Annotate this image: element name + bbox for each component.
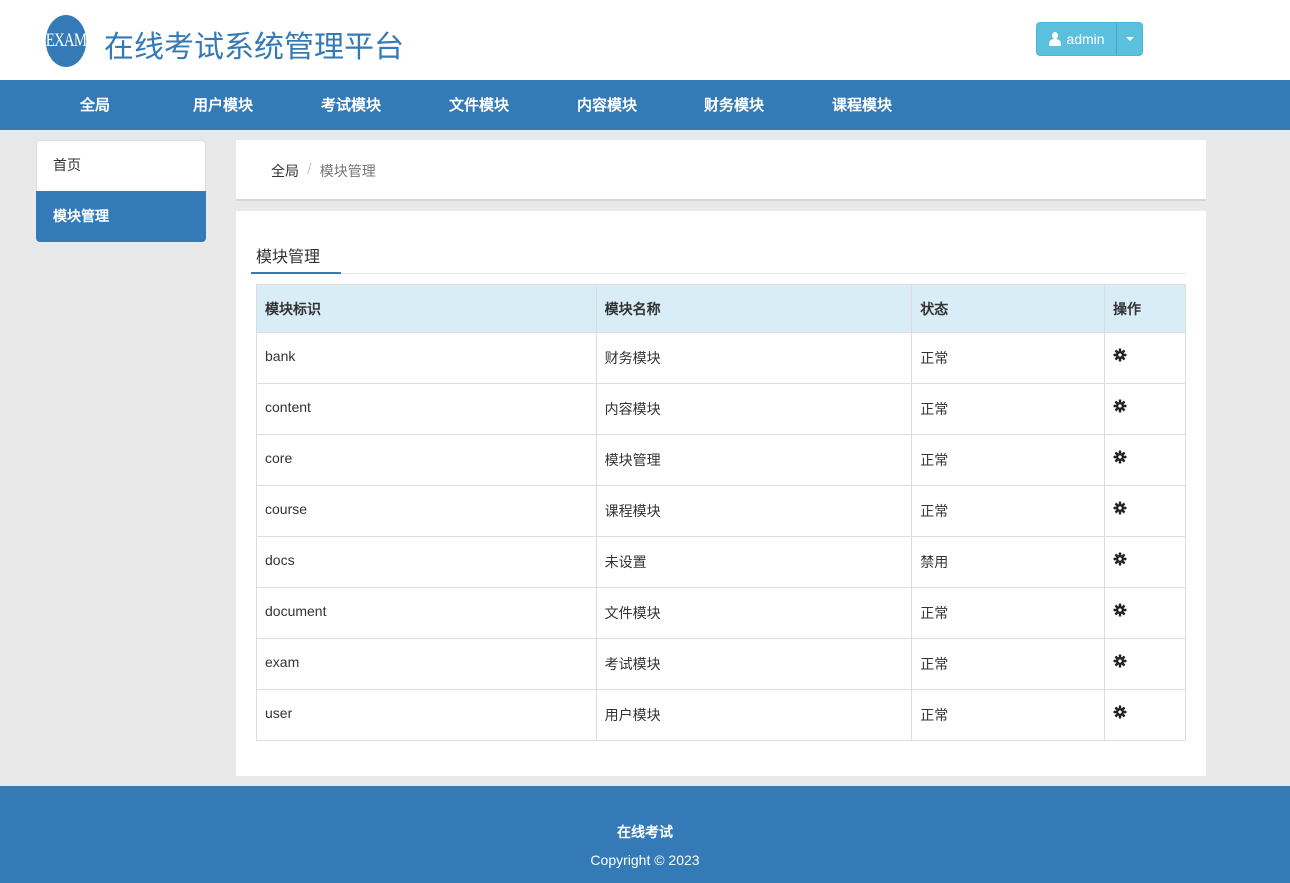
logo-text: EXAM bbox=[45, 30, 87, 51]
sidebar-item-home[interactable]: 首页 bbox=[36, 140, 206, 191]
module-table: 模块标识 模块名称 状态 操作 bank 财务模块 正常 content 内容模块 正常 c… bbox=[256, 284, 1186, 741]
module-name-cell: 内容模块 bbox=[595, 383, 913, 435]
action-cell bbox=[1104, 485, 1186, 537]
table-row: exam 考试模块 正常 bbox=[256, 638, 1186, 690]
breadcrumb-panel: 全局 / 模块管理 bbox=[236, 140, 1206, 201]
module-id-cell: course bbox=[256, 485, 597, 537]
table-row: bank 财务模块 正常 bbox=[256, 332, 1186, 384]
action-cell bbox=[1104, 689, 1186, 741]
action-cell bbox=[1104, 536, 1186, 588]
status-cell: 正常 bbox=[911, 689, 1106, 741]
module-id-cell: user bbox=[256, 689, 597, 741]
user-dropdown-toggle[interactable] bbox=[1116, 22, 1143, 56]
breadcrumb: 全局 / 模块管理 bbox=[271, 161, 376, 181]
gear-icon[interactable] bbox=[1113, 603, 1127, 617]
action-cell bbox=[1104, 434, 1186, 486]
gear-icon[interactable] bbox=[1113, 399, 1127, 413]
module-name-cell: 课程模块 bbox=[595, 485, 913, 537]
tab-bar: 模块管理 bbox=[251, 246, 1186, 274]
module-id-cell: exam bbox=[256, 638, 597, 690]
header: EXAM 在线考试系统管理平台 admin bbox=[0, 0, 1290, 80]
table-row: user 用户模块 正常 bbox=[256, 689, 1186, 741]
table-row: course 课程模块 正常 bbox=[256, 485, 1186, 537]
breadcrumb-separator: / bbox=[307, 161, 312, 177]
table-row: document 文件模块 正常 bbox=[256, 587, 1186, 639]
status-cell: 正常 bbox=[911, 638, 1106, 690]
action-cell bbox=[1104, 383, 1186, 435]
gear-icon[interactable] bbox=[1113, 450, 1127, 464]
module-id-cell: docs bbox=[256, 536, 597, 588]
status-cell: 禁用 bbox=[911, 536, 1106, 588]
footer-title: 在线考试 bbox=[617, 825, 673, 841]
gear-icon[interactable] bbox=[1113, 501, 1127, 515]
site-title: 在线考试系统管理平台 bbox=[104, 30, 404, 65]
module-name-cell: 财务模块 bbox=[595, 332, 913, 384]
module-id-cell: core bbox=[256, 434, 597, 486]
user-name: admin bbox=[1066, 31, 1105, 47]
action-cell bbox=[1104, 332, 1186, 384]
column-header-status: 状态 bbox=[911, 284, 1106, 333]
gear-icon[interactable] bbox=[1113, 348, 1127, 362]
module-name-cell: 用户模块 bbox=[595, 689, 913, 741]
action-cell bbox=[1104, 587, 1186, 639]
nav-item-exam-module[interactable]: 考试模块 bbox=[287, 80, 415, 130]
sidebar: 首页 模块管理 bbox=[36, 140, 206, 242]
nav-item-finance-module[interactable]: 财务模块 bbox=[670, 80, 798, 130]
table-row: content 内容模块 正常 bbox=[256, 383, 1186, 435]
status-cell: 正常 bbox=[911, 383, 1106, 435]
user-icon bbox=[1048, 32, 1062, 46]
module-name-cell: 考试模块 bbox=[595, 638, 913, 690]
module-id-cell: document bbox=[256, 587, 597, 639]
column-header-module-name: 模块名称 bbox=[595, 284, 913, 333]
status-cell: 正常 bbox=[911, 434, 1106, 486]
nav-item-course-module[interactable]: 课程模块 bbox=[798, 80, 926, 130]
gear-icon[interactable] bbox=[1113, 552, 1127, 566]
footer: 在线考试 Copyright © 2023 bbox=[0, 786, 1290, 883]
module-name-cell: 未设置 bbox=[595, 536, 913, 588]
table-row: docs 未设置 禁用 bbox=[256, 536, 1186, 588]
status-cell: 正常 bbox=[911, 485, 1106, 537]
column-header-actions: 操作 bbox=[1104, 284, 1186, 333]
nav-item-file-module[interactable]: 文件模块 bbox=[415, 80, 543, 130]
nav-item-user-module[interactable]: 用户模块 bbox=[159, 80, 287, 130]
status-cell: 正常 bbox=[911, 332, 1106, 384]
status-cell: 正常 bbox=[911, 587, 1106, 639]
column-header-module-id: 模块标识 bbox=[256, 284, 597, 333]
table-row: core 模块管理 正常 bbox=[256, 434, 1186, 486]
gear-icon[interactable] bbox=[1113, 654, 1127, 668]
module-id-cell: content bbox=[256, 383, 597, 435]
breadcrumb-root[interactable]: 全局 bbox=[271, 161, 299, 181]
caret-down-icon bbox=[1125, 37, 1134, 41]
module-name-cell: 模块管理 bbox=[595, 434, 913, 486]
module-name-cell: 文件模块 bbox=[595, 587, 913, 639]
tab-module-management[interactable]: 模块管理 bbox=[251, 246, 341, 274]
footer-copyright: Copyright © 2023 bbox=[590, 852, 700, 868]
action-cell bbox=[1104, 638, 1186, 690]
nav-item-content-module[interactable]: 内容模块 bbox=[543, 80, 671, 130]
exam-logo: EXAM bbox=[45, 15, 87, 67]
sidebar-item-module-management[interactable]: 模块管理 bbox=[36, 191, 206, 242]
gear-icon[interactable] bbox=[1113, 705, 1127, 719]
main-panel: 模块管理 模块标识 模块名称 状态 操作 bank 财务模块 正常 content 内容… bbox=[236, 211, 1206, 776]
table-header-row: 模块标识 模块名称 状态 操作 bbox=[256, 284, 1186, 333]
user-menu-button-group: admin bbox=[1036, 22, 1143, 56]
top-nav: 全局 用户模块 考试模块 文件模块 内容模块 财务模块 课程模块 bbox=[0, 80, 1290, 130]
module-id-cell: bank bbox=[256, 332, 597, 384]
user-button[interactable]: admin bbox=[1036, 22, 1116, 56]
breadcrumb-current: 模块管理 bbox=[319, 164, 376, 180]
nav-item-global[interactable]: 全局 bbox=[31, 80, 159, 130]
